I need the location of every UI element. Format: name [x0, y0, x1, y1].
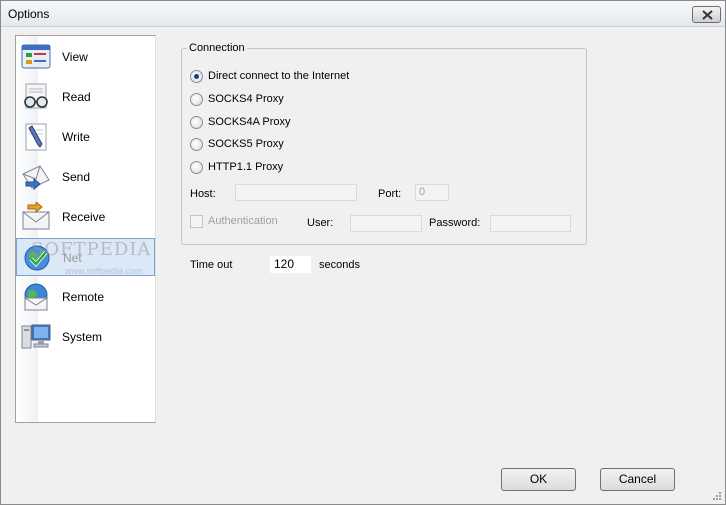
options-dialog: Options View Read Write Send Receive Net…: [0, 0, 726, 505]
timeout-unit: seconds: [319, 259, 360, 271]
authentication-label: Authentication: [208, 215, 278, 227]
window-title: Options: [8, 7, 50, 21]
radio-button[interactable]: [190, 138, 203, 151]
nav-item-view[interactable]: View: [16, 38, 155, 76]
pen-icon: [25, 123, 47, 151]
nav-item-send[interactable]: Send: [16, 158, 155, 196]
nav-label: Send: [62, 170, 91, 184]
nav-label: Net: [63, 251, 82, 265]
nav-label: System: [62, 330, 103, 344]
remote-globe-icon: [24, 283, 48, 311]
nav-label: Receive: [62, 210, 106, 224]
computer-icon: [21, 324, 51, 349]
host-label: Host:: [190, 188, 216, 200]
glasses-icon: [24, 83, 48, 109]
nav-item-read[interactable]: Read: [16, 78, 155, 116]
password-input[interactable]: [490, 215, 571, 232]
nav-label: View: [62, 50, 88, 64]
nav-label: Write: [62, 130, 90, 144]
nav-item-system[interactable]: System: [16, 318, 155, 356]
ok-button[interactable]: OK: [501, 468, 576, 491]
nav-label: Read: [62, 90, 91, 104]
radio-label: Direct connect to the Internet: [208, 70, 350, 82]
close-icon: [702, 10, 713, 20]
radio-label: SOCKS5 Proxy: [208, 138, 284, 150]
net-globe-icon: [24, 245, 50, 271]
connection-legend: Connection: [187, 42, 247, 54]
radio-label: HTTP1.1 Proxy: [208, 161, 284, 173]
resize-grip-icon[interactable]: [712, 491, 722, 501]
radio-button[interactable]: [190, 161, 203, 174]
authentication-checkbox[interactable]: [190, 215, 203, 228]
user-input[interactable]: [350, 215, 422, 232]
nav-label: Remote: [62, 290, 105, 304]
port-label: Port:: [378, 188, 402, 200]
nav-item-write[interactable]: Write: [16, 118, 155, 156]
radio-button[interactable]: [190, 116, 203, 129]
view-icon: [21, 44, 51, 69]
timeout-label: Time out: [190, 259, 233, 271]
send-envelope-icon: [22, 165, 50, 191]
nav-item-remote[interactable]: Remote: [16, 278, 155, 316]
close-button[interactable]: [692, 6, 721, 23]
category-list: View Read Write Send Receive Net Remote …: [15, 35, 156, 423]
radio-button[interactable]: [190, 93, 203, 106]
radio-label: SOCKS4 Proxy: [208, 93, 284, 105]
radio-button-checked[interactable]: [190, 70, 203, 83]
password-label: Password:: [429, 217, 481, 229]
user-label: User:: [307, 217, 334, 229]
nav-item-receive[interactable]: Receive: [16, 198, 155, 236]
nav-item-net[interactable]: Net: [16, 238, 155, 276]
host-input[interactable]: [235, 184, 357, 201]
cancel-button[interactable]: Cancel: [600, 468, 675, 491]
port-input[interactable]: 0: [415, 184, 449, 201]
receive-envelope-icon: [22, 202, 50, 230]
timeout-input[interactable]: 120: [269, 255, 312, 274]
title-bar[interactable]: Options: [1, 1, 725, 27]
radio-label: SOCKS4A Proxy: [208, 116, 291, 128]
